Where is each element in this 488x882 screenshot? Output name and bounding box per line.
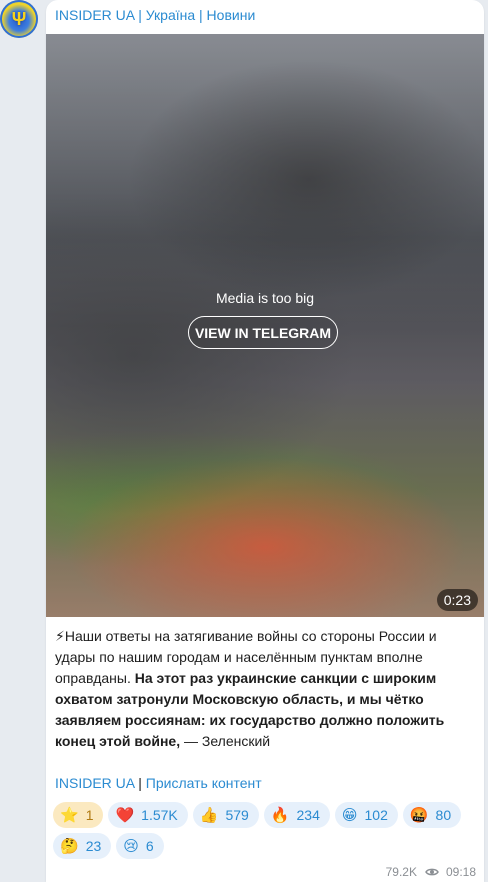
reaction-count: 6 [145, 838, 154, 854]
reaction-count: 1.57K [141, 807, 178, 823]
reactions-row: ⭐ 1 ❤️ 1.57K 👍 579 🔥 234 😁 102 🤬 80 [53, 802, 478, 828]
angry-face-icon: 🤬 [409, 806, 429, 824]
fire-icon: 🔥 [270, 806, 290, 824]
channel-link[interactable]: INSIDER UA [55, 775, 134, 791]
view-in-telegram-button[interactable]: VIEW IN TELEGRAM [188, 316, 338, 349]
reaction-count: 80 [435, 807, 452, 823]
reaction-heart[interactable]: ❤️ 1.57K [108, 802, 188, 828]
post-links: INSIDER UA | Прислать контент [55, 775, 262, 791]
reaction-count: 102 [364, 807, 388, 823]
eye-icon [425, 868, 439, 876]
message-footer: 79.2K 09:18 [386, 865, 476, 879]
reaction-grin[interactable]: 😁 102 [334, 802, 398, 828]
reaction-thumbs-up[interactable]: 👍 579 [192, 802, 259, 828]
trident-icon: Ψ [11, 8, 27, 29]
reaction-thinking[interactable]: 🤔 23 [53, 833, 112, 859]
reaction-count: 1 [85, 807, 94, 823]
reaction-count: 579 [225, 807, 249, 823]
post-text-attribution: — Зеленский [180, 733, 271, 749]
reactions-bar: ⭐ 1 ❤️ 1.57K 👍 579 🔥 234 😁 102 🤬 80 🤔 23 😢 6 [53, 802, 478, 864]
reaction-star[interactable]: ⭐ 1 [53, 802, 104, 828]
crying-face-icon: 😢 [123, 837, 139, 855]
grin-icon: 😁 [341, 806, 358, 824]
lightning-emoji: ⚡ [55, 628, 65, 644]
channel-name[interactable]: INSIDER UA | Україна | Новини [55, 7, 255, 23]
reaction-count: 23 [85, 838, 102, 854]
message-bubble: INSIDER UA | Україна | Новини Media is t… [46, 0, 484, 882]
thumbs-up-icon: 👍 [199, 806, 219, 824]
link-separator: | [138, 775, 142, 791]
reaction-angry[interactable]: 🤬 80 [402, 802, 462, 828]
view-count: 79.2K [385, 865, 417, 879]
media-too-big-label: Media is too big [215, 290, 315, 306]
video-preview[interactable]: Media is too big VIEW IN TELEGRAM 0:23 [46, 34, 484, 617]
heart-icon: ❤️ [115, 806, 135, 824]
video-duration-badge: 0:23 [436, 589, 478, 611]
reactions-row: 🤔 23 😢 6 [53, 833, 478, 859]
post-text: ⚡Наши ответы на затягивание войны со сто… [55, 626, 475, 752]
submit-content-link[interactable]: Прислать контент [146, 775, 262, 791]
post-time: 09:18 [445, 865, 476, 879]
reaction-fire[interactable]: 🔥 234 [263, 802, 330, 828]
star-icon: ⭐ [60, 806, 79, 824]
thinking-face-icon: 🤔 [60, 837, 79, 855]
reaction-count: 234 [296, 807, 320, 823]
channel-avatar[interactable]: Ψ [0, 0, 38, 38]
reaction-crying[interactable]: 😢 6 [116, 833, 164, 859]
